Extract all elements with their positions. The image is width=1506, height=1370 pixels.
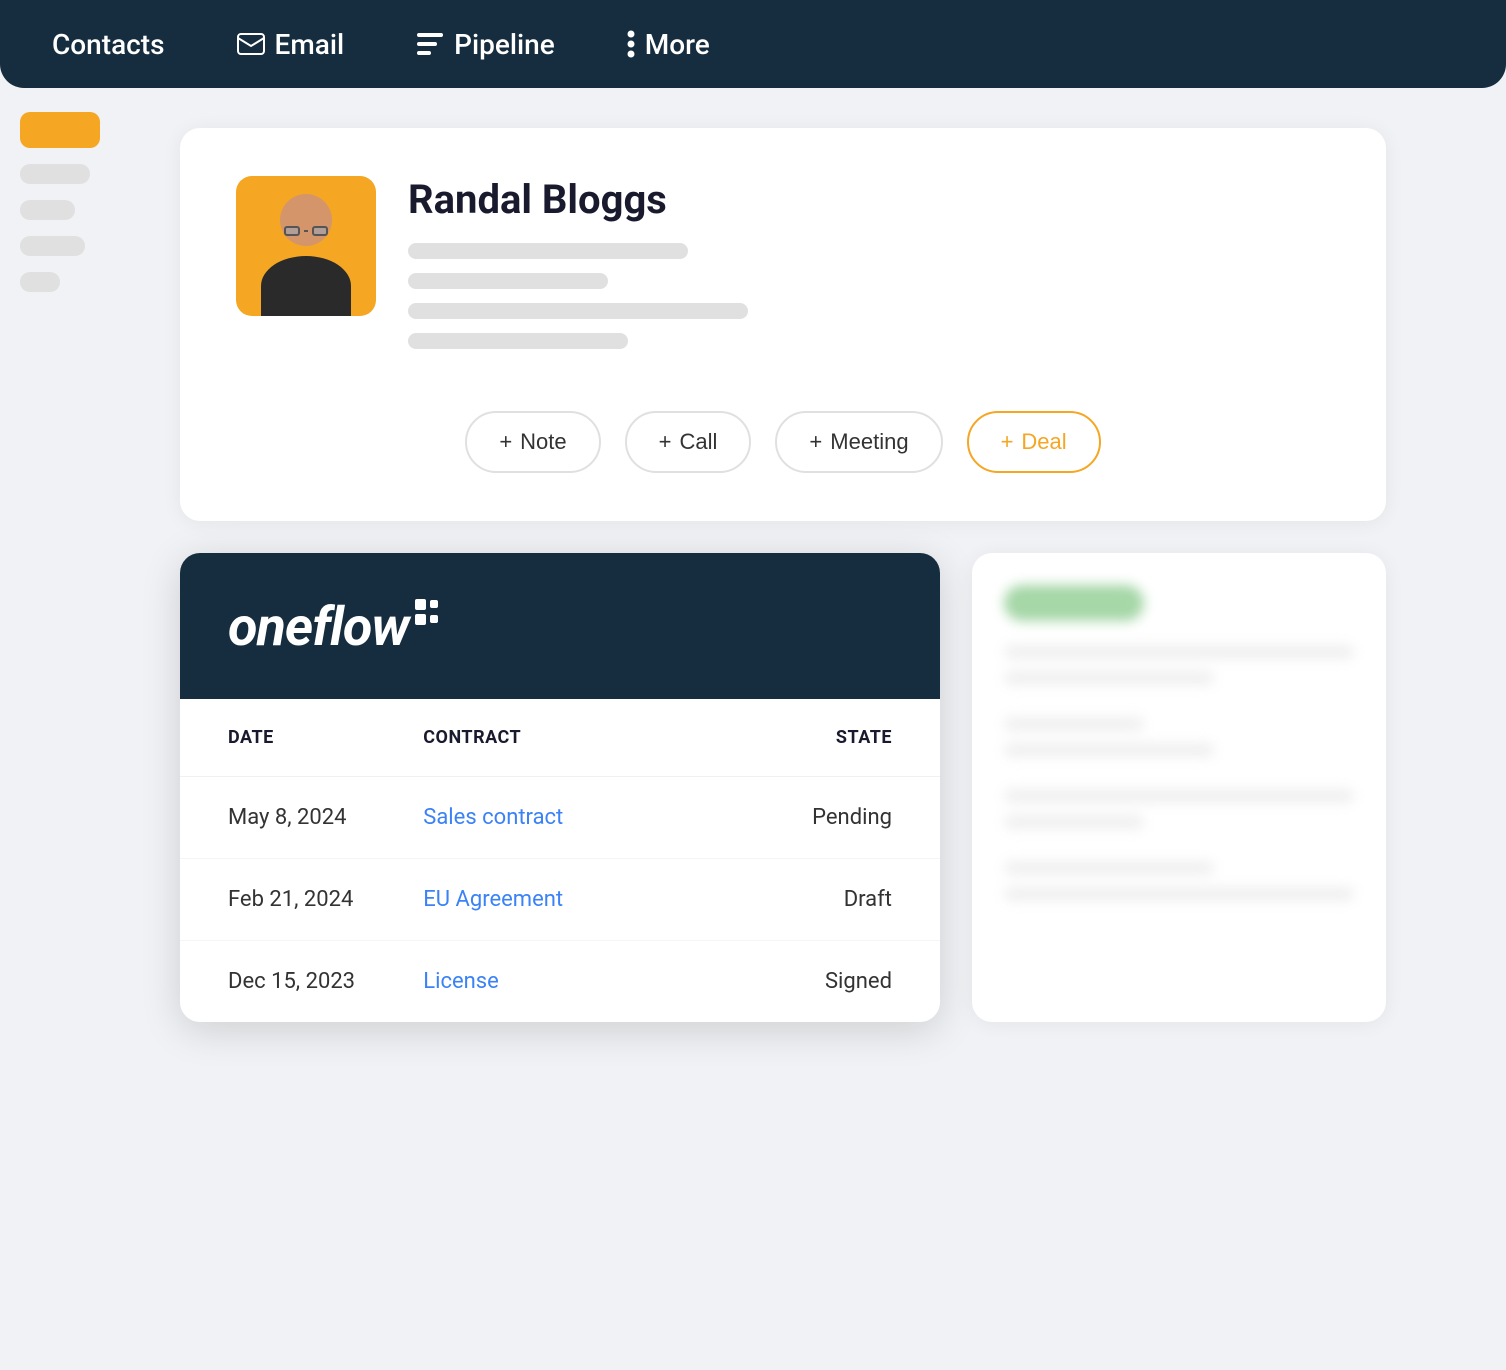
nav-contacts[interactable]: Contacts [40,20,177,69]
oneflow-logo-dots [415,599,438,625]
more-label: More [645,28,710,61]
contact-card: Randal Bloggs + Note + Call + Meeting + … [180,128,1386,521]
sidebar-pill-1 [20,164,90,184]
row1-date: May 8, 2024 [228,805,423,830]
more-icon [627,30,635,58]
skeleton-line-1 [408,243,688,259]
row3-contract[interactable]: License [423,969,696,994]
oneflow-panel: oneflow DATE [180,553,940,1022]
table-row: Feb 21, 2024 EU Agreement Draft [180,859,940,941]
skeleton-line-2 [408,273,608,289]
blur-line-1 [1004,645,1354,659]
blur-line-7 [1004,861,1214,875]
contact-header: Randal Bloggs [236,176,1330,363]
email-icon [237,33,265,55]
call-button[interactable]: + Call [625,411,752,473]
nav-email[interactable]: Email [225,20,357,69]
contacts-label: Contacts [52,28,165,61]
email-label: Email [275,28,345,61]
avatar-figure [236,176,376,316]
table-row: May 8, 2024 Sales contract Pending [180,777,940,859]
row2-contract[interactable]: EU Agreement [423,887,696,912]
skeleton-line-4 [408,333,628,349]
meeting-button[interactable]: + Meeting [775,411,942,473]
sidebar-pill-4 [20,272,60,292]
oneflow-logo-text: oneflow [228,596,409,659]
action-buttons: + Note + Call + Meeting + Deal [236,411,1330,473]
contact-info: Randal Bloggs [408,176,1330,363]
contact-name: Randal Bloggs [408,176,1330,223]
table-row: Dec 15, 2023 License Signed [180,941,940,1022]
blur-line-5 [1004,789,1354,803]
sidebar-strip [0,88,100,316]
sidebar-accent-pill [20,112,100,148]
col-header-state: STATE [697,727,892,748]
panels-row: oneflow DATE [180,553,1386,1022]
col-header-date: DATE [228,727,423,748]
row3-date: Dec 15, 2023 [228,969,423,994]
note-icon: + [499,429,512,455]
sidebar-pill-2 [20,200,75,220]
right-panel [972,553,1386,1022]
row1-contract[interactable]: Sales contract [423,805,696,830]
blur-line-3 [1004,717,1144,731]
blur-line-8 [1004,887,1354,901]
nav-pipeline[interactable]: Pipeline [404,20,567,69]
nav-more[interactable]: More [615,20,722,69]
glasses-icon [284,226,328,236]
row2-state: Draft [697,887,892,912]
pipeline-icon [416,32,444,56]
sidebar-pill-3 [20,236,85,256]
blur-line-4 [1004,743,1214,757]
table-header-row: DATE CONTRACT STATE [180,699,940,777]
col-header-contract: CONTRACT [423,727,696,748]
call-icon: + [659,429,672,455]
blur-line-2 [1004,671,1214,685]
navbar: Contacts Email Pipeline Mo [0,0,1506,88]
oneflow-logo: oneflow [228,593,438,659]
note-button[interactable]: + Note [465,411,600,473]
row2-date: Feb 21, 2024 [228,887,423,912]
row3-state: Signed [697,969,892,994]
pipeline-label: Pipeline [454,28,555,61]
blurred-content [1004,585,1354,901]
glass-bridge [304,230,308,232]
blur-line-6 [1004,815,1144,829]
row1-state: Pending [697,805,892,830]
oneflow-header: oneflow [180,553,940,699]
blur-badge [1004,585,1144,621]
deal-button[interactable]: + Deal [967,411,1101,473]
skeleton-line-3 [408,303,748,319]
avatar [236,176,376,316]
meeting-icon: + [809,429,822,455]
person-head [280,194,332,246]
glass-left [284,226,300,236]
deal-icon: + [1001,429,1014,455]
glass-right [312,226,328,236]
person-body [261,256,351,316]
oneflow-table: DATE CONTRACT STATE May 8, 2024 Sales co… [180,699,940,1022]
